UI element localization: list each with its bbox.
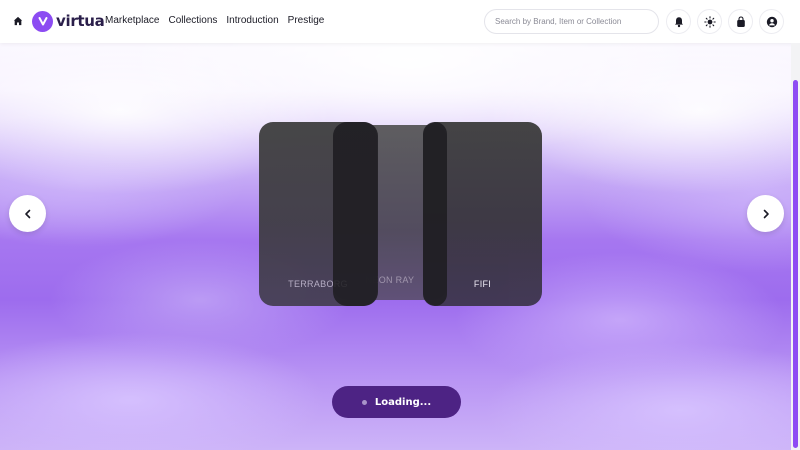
nav-prestige[interactable]: Prestige <box>288 15 325 26</box>
chevron-right-icon <box>763 209 769 218</box>
home-icon <box>13 16 23 26</box>
chevron-left-icon <box>24 209 30 218</box>
loading-text: Loading... <box>374 396 432 408</box>
search-input[interactable] <box>484 9 659 34</box>
main-nav: Marketplace Collections Introduction Pre… <box>105 15 333 26</box>
brand-name: virtua <box>56 12 105 30</box>
carousel-next-button[interactable] <box>747 195 784 232</box>
user-icon <box>766 16 777 27</box>
logo-v-icon <box>32 10 53 32</box>
sun-icon <box>703 15 716 28</box>
nav-collections[interactable]: Collections <box>168 15 217 26</box>
notifications-button[interactable] <box>666 9 691 34</box>
bell-icon <box>674 16 683 27</box>
cart-button[interactable] <box>728 9 753 34</box>
top-navbar: virtua Marketplace Collections Introduct… <box>0 0 800 43</box>
virtua-logo[interactable]: virtua <box>32 10 105 32</box>
bag-icon <box>736 15 745 27</box>
nav-introduction[interactable]: Introduction <box>226 15 278 26</box>
card-overlap-shadow <box>423 122 447 306</box>
account-button[interactable] <box>759 9 784 34</box>
scrollbar-thumb[interactable] <box>793 80 798 448</box>
home-button[interactable] <box>8 11 28 31</box>
theme-toggle-button[interactable] <box>697 9 722 34</box>
nav-marketplace[interactable]: Marketplace <box>105 15 159 26</box>
loading-indicator: Loading... <box>332 386 461 418</box>
loading-dot-icon <box>361 399 367 405</box>
card-overlap-shadow <box>333 122 378 306</box>
carousel-prev-button[interactable] <box>9 195 46 232</box>
card-label: FIFI <box>473 279 492 289</box>
